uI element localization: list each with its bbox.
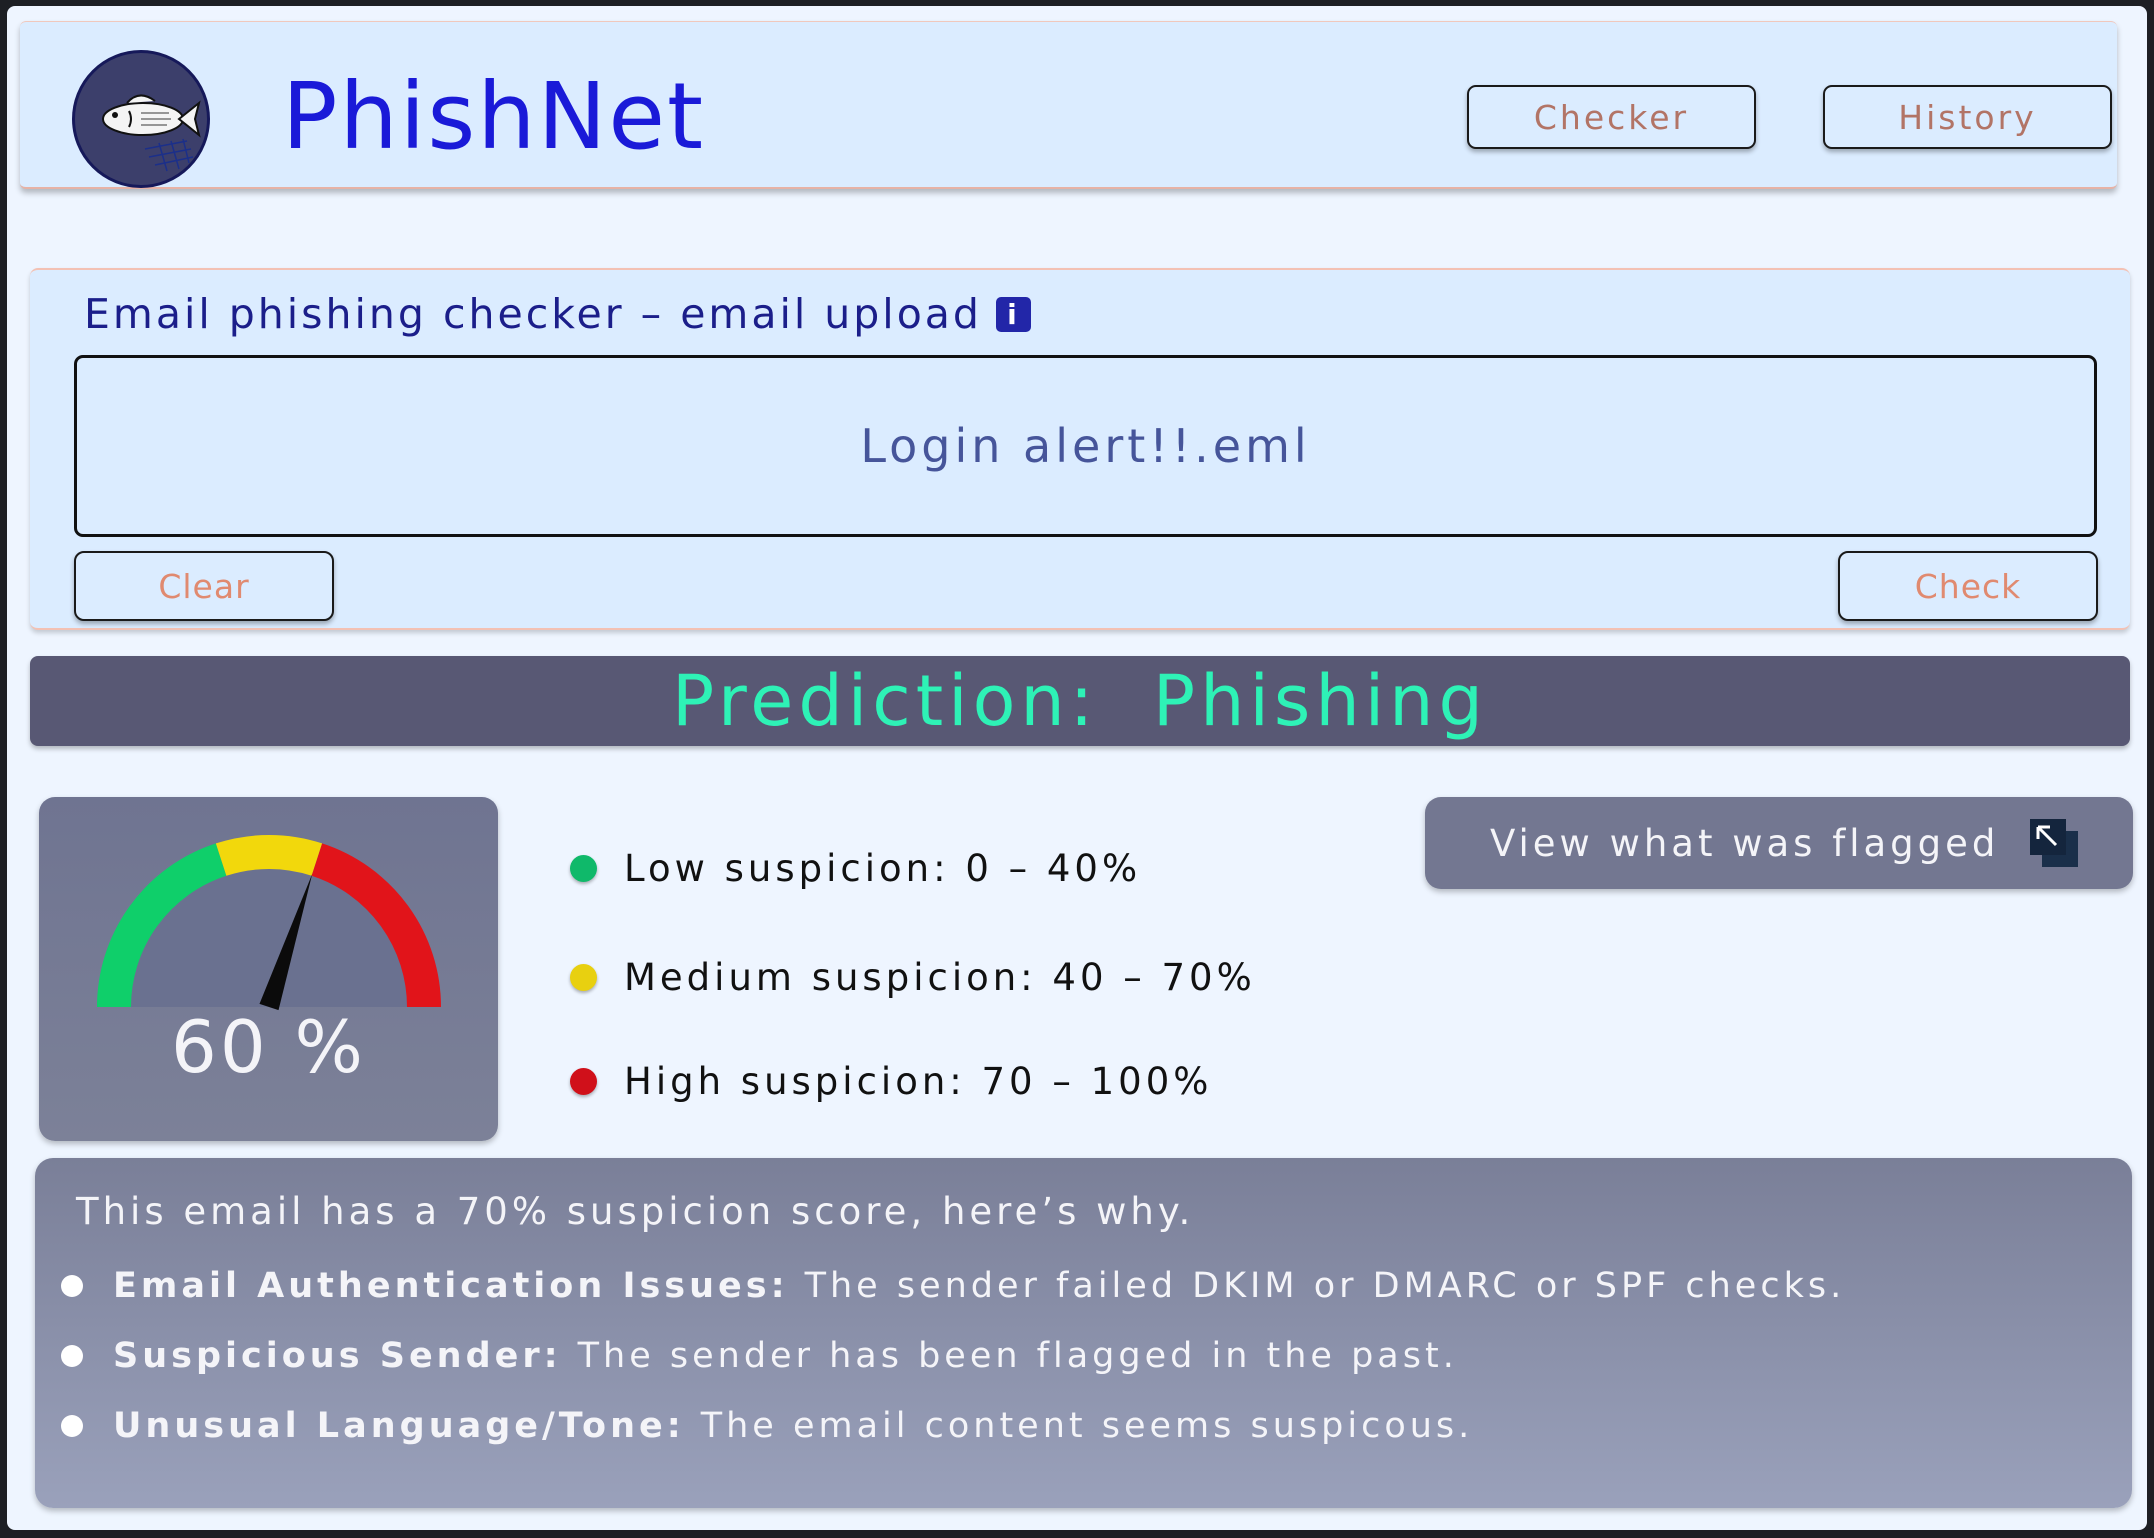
- prediction-text: Prediction: Phishing: [672, 660, 1488, 742]
- upload-card-title: Email phishing checker – email upload i: [84, 290, 1031, 338]
- reason-text: The email content seems suspicous.: [700, 1406, 1474, 1446]
- checker-nav-button[interactable]: Checker: [1467, 85, 1756, 149]
- history-nav-button[interactable]: History: [1823, 85, 2112, 149]
- upload-title-text: Email phishing checker – email upload: [84, 290, 982, 338]
- reason-title: Suspicious Sender:: [113, 1336, 562, 1376]
- bullet-icon: [61, 1345, 83, 1367]
- explanation-card: This email has a 70% suspicion score, he…: [35, 1158, 2132, 1508]
- app-name: PhishNet: [282, 63, 706, 170]
- red-dot-icon: [570, 1067, 597, 1095]
- suspicion-gauge-card: 60 %: [39, 797, 498, 1141]
- view-flagged-button[interactable]: View what was flagged: [1425, 797, 2133, 889]
- legend-low-label: Low suspicion: 0 – 40%: [624, 846, 1142, 890]
- yellow-dot-icon: [570, 963, 597, 991]
- expand-arrow-icon: [2030, 819, 2078, 867]
- clear-button[interactable]: Clear: [74, 551, 334, 621]
- email-upload-card: Email phishing checker – email upload i …: [30, 268, 2130, 630]
- check-button[interactable]: Check: [1838, 551, 2098, 621]
- bullet-icon: [61, 1415, 83, 1437]
- legend-medium: Medium suspicion: 40 – 70%: [570, 952, 1256, 1002]
- reason-item: Suspicious Sender: The sender has been f…: [61, 1331, 1458, 1381]
- reason-item: Email Authentication Issues: The sender …: [61, 1261, 1845, 1311]
- view-flagged-label: View what was flagged: [1490, 821, 2000, 865]
- reason-text: The sender has been flagged in the past.: [577, 1336, 1458, 1376]
- email-file-dropzone[interactable]: Login alert!!.eml: [74, 355, 2097, 537]
- reason-title: Email Authentication Issues:: [113, 1266, 789, 1306]
- green-dot-icon: [570, 854, 597, 882]
- app-window: PhishNet Checker History Email phishing …: [7, 6, 2147, 1530]
- uploaded-file-name: Login alert!!.eml: [860, 419, 1311, 473]
- legend-medium-label: Medium suspicion: 40 – 70%: [624, 955, 1256, 999]
- header-bar: PhishNet Checker History: [20, 21, 2117, 189]
- legend-high: High suspicion: 70 – 100%: [570, 1056, 1212, 1106]
- prediction-banner: Prediction: Phishing: [30, 656, 2130, 746]
- legend-low: Low suspicion: 0 – 40%: [570, 843, 1141, 893]
- fish-net-logo-icon: [72, 50, 210, 188]
- suspicion-gauge: [97, 835, 441, 1011]
- legend-high-label: High suspicion: 70 – 100%: [624, 1059, 1213, 1103]
- gauge-value: 60 %: [171, 1005, 366, 1089]
- bullet-icon: [61, 1275, 83, 1297]
- reason-text: The sender failed DKIM or DMARC or SPF c…: [804, 1266, 1846, 1306]
- reason-title: Unusual Language/Tone:: [113, 1406, 685, 1446]
- explanation-summary: This email has a 70% suspicion score, he…: [76, 1190, 1195, 1233]
- gauge-segment-medium: [215, 835, 323, 876]
- reason-item: Unusual Language/Tone: The email content…: [61, 1401, 1473, 1451]
- info-icon[interactable]: i: [995, 296, 1031, 332]
